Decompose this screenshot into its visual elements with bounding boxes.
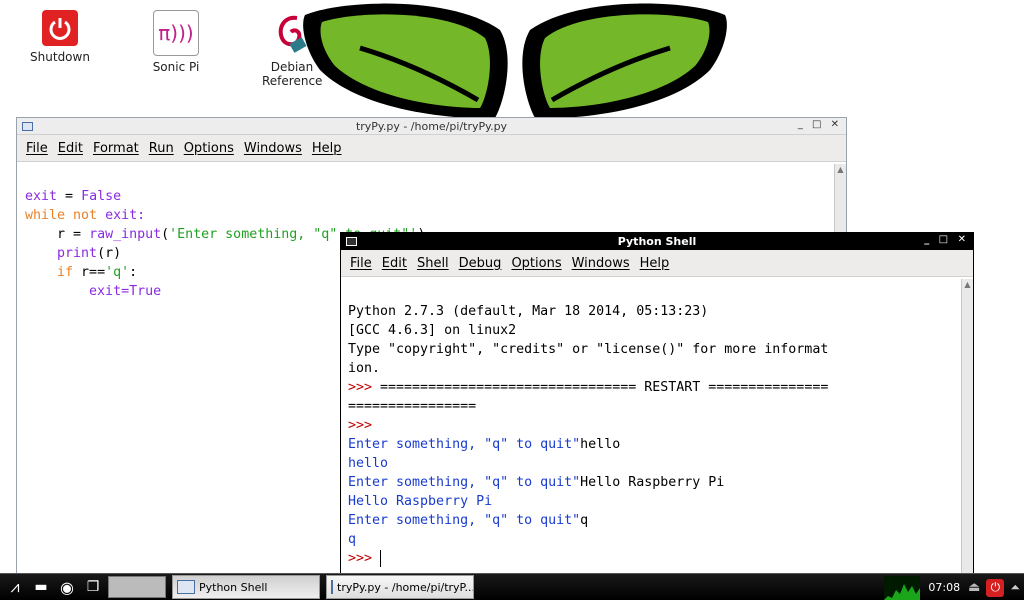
shell-line: ================ <box>348 399 477 414</box>
menu-options[interactable]: Options <box>179 141 239 156</box>
shell-title: Python Shell <box>617 235 697 248</box>
shell-line: q <box>348 532 357 547</box>
shutdown-icon <box>42 10 78 46</box>
desktop-switcher-icon[interactable] <box>108 576 166 598</box>
menu-launcher-icon[interactable]: ⩘ <box>4 576 26 598</box>
task-label: Python Shell <box>199 580 268 594</box>
file-manager-icon[interactable]: ▬ <box>30 576 52 598</box>
power-icon[interactable]: ⏻ <box>986 578 1005 597</box>
editor-titlebar[interactable]: tryPy.py - /home/pi/tryPy.py _ □ ✕ <box>17 118 846 135</box>
desktop-icon-label: Shutdown <box>30 50 90 64</box>
shell-menubar: File Edit Shell Debug Options Windows He… <box>341 250 973 277</box>
shell-line: >>> <box>348 418 381 433</box>
shell-line: Type "copyright", "credits" or "license(… <box>348 342 829 357</box>
editor-title: tryPy.py - /home/pi/tryPy.py <box>355 119 508 133</box>
shell-window[interactable]: Python Shell _ □ ✕ File Edit Shell Debug… <box>340 232 974 577</box>
sonic-pi-icon: π))) <box>153 10 199 56</box>
shell-line: Enter something, "q" to quit"q <box>348 513 589 528</box>
code-line: while not exit: <box>25 208 146 223</box>
shell-line: Python 2.7.3 (default, Mar 18 2014, 05:1… <box>348 304 709 319</box>
window-controls[interactable]: _ □ ✕ <box>798 119 842 130</box>
menu-file[interactable]: File <box>345 256 377 271</box>
desktop-icon-label: Sonic Pi <box>152 60 200 74</box>
menu-windows[interactable]: Windows <box>239 141 307 156</box>
raspberry-logo-icon <box>303 3 727 119</box>
menu-edit[interactable]: Edit <box>53 141 88 156</box>
shell-line: [GCC 4.6.3] on linux2 <box>348 323 517 338</box>
menu-file[interactable]: File <box>21 141 53 156</box>
scroll-up-arrow-icon[interactable]: ▲ <box>835 164 846 176</box>
menu-debug[interactable]: Debug <box>454 256 507 271</box>
menu-shell[interactable]: Shell <box>412 256 454 271</box>
menu-help[interactable]: Help <box>307 141 347 156</box>
menu-options[interactable]: Options <box>506 256 566 271</box>
shell-line: >>> <box>348 549 382 567</box>
text-cursor <box>380 549 382 567</box>
taskbar-task-trypy[interactable]: tryPy.py - /home/pi/tryP... <box>326 575 474 599</box>
task-label: tryPy.py - /home/pi/tryP... <box>337 580 474 594</box>
scroll-up-arrow-icon[interactable]: ▲ <box>962 279 973 291</box>
taskbar: ⩘ ▬ ◉ ❐ Python Shell tryPy.py - /home/pi… <box>0 573 1024 600</box>
clock[interactable]: 07:08 <box>928 581 960 594</box>
system-tray: 07:08 ⏏ ⏻ ⏶ <box>884 574 1024 600</box>
menu-help[interactable]: Help <box>635 256 675 271</box>
window-icon <box>331 580 333 594</box>
window-switcher-icon[interactable]: ❐ <box>82 576 104 598</box>
menu-run[interactable]: Run <box>144 141 179 156</box>
shell-titlebar[interactable]: Python Shell _ □ ✕ <box>341 233 973 250</box>
desktop-icon-sonic-pi[interactable]: π))) Sonic Pi <box>131 10 221 74</box>
eject-icon[interactable]: ⏶ <box>1010 580 1020 595</box>
shell-scrollbar[interactable]: ▲ <box>961 279 973 576</box>
shell-line: Enter something, "q" to quit"hello <box>348 437 621 452</box>
shell-line: Enter something, "q" to quit"Hello Raspb… <box>348 475 725 490</box>
window-controls[interactable]: _ □ ✕ <box>924 234 969 245</box>
network-icon[interactable]: ⏏ <box>968 580 980 595</box>
shell-line: Hello Raspberry Pi <box>348 494 493 509</box>
shell-text-area[interactable]: Python 2.7.3 (default, Mar 18 2014, 05:1… <box>348 283 828 600</box>
menu-windows[interactable]: Windows <box>567 256 635 271</box>
shell-line: ion. <box>348 361 381 376</box>
taskbar-task-python-shell[interactable]: Python Shell <box>172 575 320 599</box>
code-line: exit = False <box>25 189 122 204</box>
web-browser-icon[interactable]: ◉ <box>56 576 78 598</box>
desktop-icon-shutdown[interactable]: Shutdown <box>15 10 105 64</box>
menu-format[interactable]: Format <box>88 141 144 156</box>
menu-edit[interactable]: Edit <box>377 256 412 271</box>
editor-menubar: File Edit Format Run Options Windows Hel… <box>17 135 846 162</box>
cpu-monitor-icon <box>884 575 921 600</box>
shell-line: hello <box>348 456 389 471</box>
window-icon <box>177 580 195 594</box>
shell-line: >>> ================================ RES… <box>348 380 829 395</box>
